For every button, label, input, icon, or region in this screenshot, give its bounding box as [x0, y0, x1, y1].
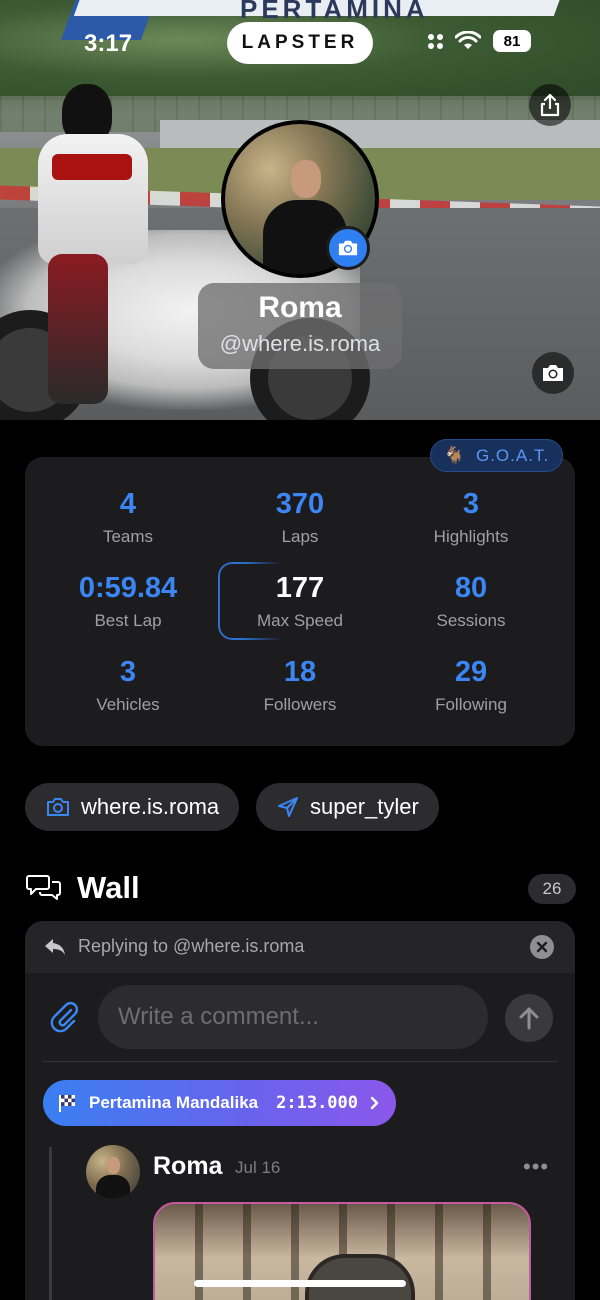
session-track-name: Pertamina Mandalika: [89, 1093, 259, 1112]
thread-line: [49, 1147, 52, 1300]
wall-panel: Replying to @where.is.roma Pertamina: [25, 921, 575, 1300]
stat-followers[interactable]: 18 Followers: [215, 656, 385, 715]
stat-value: 4: [119, 488, 137, 520]
post-date: Jul 16: [235, 1158, 281, 1177]
session-link-pill[interactable]: Pertamina Mandalika 2:13.000: [43, 1080, 397, 1126]
stat-value: 29: [454, 656, 488, 688]
telegram-link-chip[interactable]: super_tyler: [256, 783, 439, 831]
stat-label: Following: [435, 695, 507, 714]
stat-following[interactable]: 29 Following: [386, 656, 556, 715]
post-author-avatar[interactable]: [86, 1145, 140, 1199]
stat-label: Followers: [263, 695, 337, 714]
stat-label: Best Lap: [94, 611, 162, 630]
rider-legs: [48, 254, 108, 404]
stat-sessions[interactable]: 80 Sessions: [386, 572, 556, 631]
replying-bar: Replying to @where.is.roma: [25, 921, 575, 973]
camera-icon: [543, 365, 563, 381]
attach-button[interactable]: [49, 1001, 79, 1038]
wifi-icon: [455, 31, 481, 49]
cover-rider: [32, 84, 152, 404]
camera-icon: [47, 798, 69, 816]
cellular-icon: [428, 33, 443, 49]
stat-value: 370: [275, 488, 325, 520]
share-icon: [540, 93, 560, 117]
goat-icon: 🐐: [443, 445, 466, 465]
stat-value: 3: [462, 488, 480, 520]
stat-value: 0:59.84: [78, 572, 178, 604]
status-time: 3:17: [84, 30, 133, 57]
post-media-helmet: [305, 1254, 415, 1300]
comment-input[interactable]: [98, 985, 488, 1049]
camera-icon: [338, 240, 358, 256]
wall-title: Wall: [77, 870, 140, 905]
chat-bubbles-icon: [26, 875, 61, 900]
share-button[interactable]: [529, 84, 571, 126]
telegram-handle: super_tyler: [310, 794, 419, 819]
stat-best-lap[interactable]: 0:59.84 Best Lap: [43, 572, 213, 631]
stat-label: Highlights: [433, 527, 509, 546]
stat-laps[interactable]: 370 Laps: [215, 488, 385, 547]
checkered-flag-icon: [59, 1095, 75, 1112]
stat-label: Teams: [102, 527, 154, 546]
post-more-button[interactable]: •••: [523, 1154, 549, 1180]
instagram-link-chip[interactable]: where.is.roma: [25, 783, 240, 831]
stat-max-speed[interactable]: 177 Max Speed: [215, 572, 385, 631]
stat-label: Laps: [281, 527, 319, 546]
rider-suit-stripe: [52, 154, 132, 180]
stat-value: 3: [119, 656, 137, 688]
goat-badge-label: G.O.A.T.: [475, 445, 550, 465]
stat-value: 18: [283, 656, 317, 688]
stat-label: Max Speed: [257, 611, 343, 630]
replying-to-text: Replying to @where.is.roma: [78, 936, 305, 956]
stat-vehicles[interactable]: 3 Vehicles: [43, 656, 213, 715]
stat-value: 80: [454, 572, 488, 604]
cancel-reply-button[interactable]: [530, 935, 554, 959]
stat-highlights[interactable]: 3 Highlights: [386, 488, 556, 547]
paperclip-icon: [50, 1002, 78, 1033]
paper-plane-icon: [278, 797, 298, 817]
profile-name-card: Roma @where.is.roma: [198, 283, 402, 369]
post-avatar-body: [96, 1175, 130, 1199]
battery-indicator: 81: [493, 30, 531, 52]
goat-badge[interactable]: 🐐 G.O.A.T.: [430, 439, 563, 472]
status-icons: 81: [428, 30, 531, 52]
stat-value: 177: [275, 572, 325, 604]
avatar-head: [291, 160, 321, 198]
instagram-handle: where.is.roma: [81, 794, 220, 819]
reply-arrow-icon: [45, 939, 65, 955]
change-cover-button[interactable]: [532, 352, 574, 394]
profile-name: Roma: [258, 291, 342, 324]
change-avatar-button[interactable]: [326, 226, 370, 270]
session-time: 2:13.000: [276, 1093, 359, 1113]
divider: [42, 1061, 558, 1062]
chevron-right-icon: [370, 1096, 379, 1110]
post-avatar-head: [107, 1157, 120, 1174]
arrow-up-icon: [519, 1007, 539, 1030]
post-author-name[interactable]: Roma: [153, 1152, 222, 1181]
close-icon: [536, 941, 548, 953]
stat-teams[interactable]: 4 Teams: [43, 488, 213, 547]
home-indicator[interactable]: [194, 1280, 406, 1287]
stat-label: Sessions: [436, 611, 506, 630]
app-logo: LAPSTER: [227, 22, 373, 64]
profile-handle: @where.is.roma: [219, 331, 381, 356]
stat-label: Vehicles: [96, 695, 160, 714]
send-comment-button[interactable]: [505, 994, 553, 1042]
wall-count-badge: 26: [528, 874, 576, 904]
